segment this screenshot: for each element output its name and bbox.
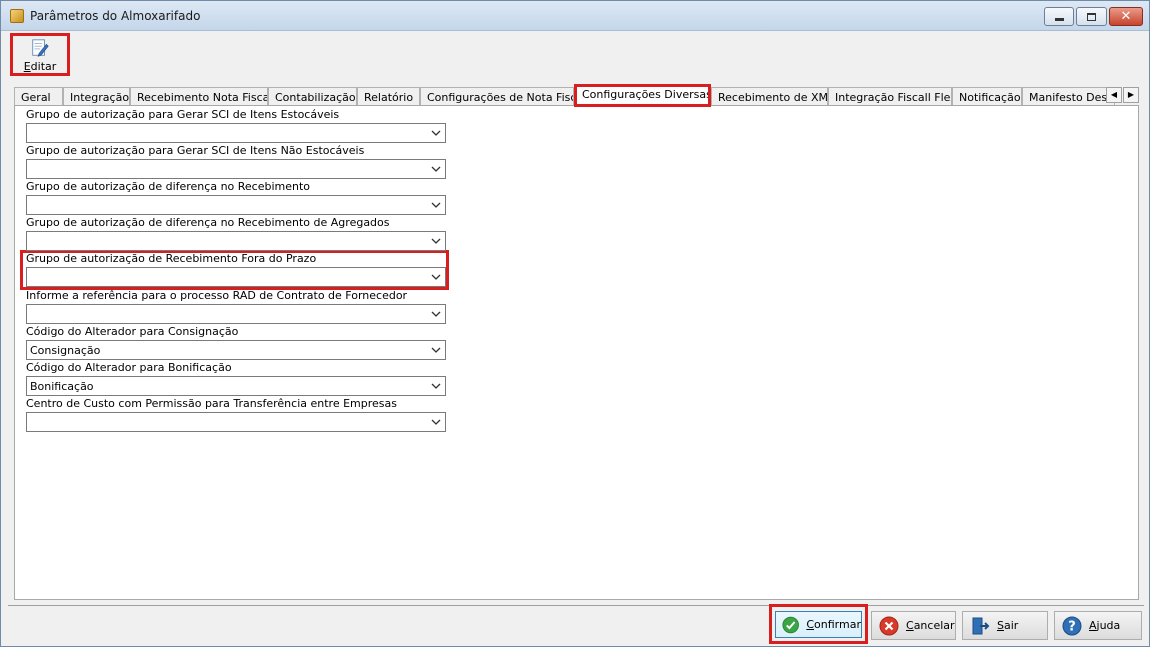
confirm-label: Confirmar (806, 618, 861, 631)
app-icon (10, 9, 24, 23)
svg-text:?: ? (1068, 619, 1076, 634)
tab-6[interactable]: Configurações Diversas (574, 84, 711, 107)
field-combo-6[interactable]: Consignação (26, 340, 446, 360)
chevron-down-icon[interactable] (430, 380, 442, 392)
chevron-down-icon[interactable] (430, 163, 442, 175)
close-button[interactable]: ✕ (1109, 7, 1143, 26)
tab-7[interactable]: Recebimento de XML (711, 87, 828, 107)
field-combo-0[interactable] (26, 123, 446, 143)
field-combo-1[interactable] (26, 159, 446, 179)
exit-button[interactable]: Sair (962, 611, 1048, 640)
tab-10[interactable]: Manifesto Dest (1022, 87, 1115, 107)
field-label-7: Código do Alterador para Bonificação (26, 361, 232, 374)
field-label-8: Centro de Custo com Permissão para Trans… (26, 397, 397, 410)
field-combo-2[interactable] (26, 195, 446, 215)
maximize-button[interactable] (1076, 7, 1107, 26)
help-label: Ajuda (1089, 619, 1121, 632)
tab-scroll-right-icon[interactable]: ▶ (1123, 87, 1139, 103)
field-combo-4[interactable] (26, 267, 446, 287)
field-combo-5[interactable] (26, 304, 446, 324)
chevron-down-icon[interactable] (430, 127, 442, 139)
tab-9[interactable]: Notificação (952, 87, 1022, 107)
chevron-down-icon[interactable] (430, 271, 442, 283)
edit-document-icon (32, 39, 49, 57)
cancel-button[interactable]: Cancelar (871, 611, 956, 640)
field-combo-8[interactable] (26, 412, 446, 432)
field-label-5: Informe a referência para o processo RAD… (26, 289, 408, 302)
field-value-7: Bonificação (30, 380, 94, 393)
title-bar: Parâmetros do Almoxarifado ✕ (1, 1, 1149, 31)
cancel-label: Cancelar (906, 619, 955, 632)
edit-label: Editar (23, 60, 57, 73)
chevron-down-icon[interactable] (430, 235, 442, 247)
tab-8[interactable]: Integração Fiscall Flex (828, 87, 952, 107)
toolbar (1, 31, 1149, 79)
tab-1[interactable]: Integração (63, 87, 130, 107)
exit-label: Sair (997, 619, 1019, 632)
confirm-button[interactable]: Confirmar (775, 611, 862, 638)
field-label-2: Grupo de autorização de diferença no Rec… (26, 180, 311, 193)
edit-button[interactable]: Editar (10, 33, 70, 76)
field-combo-3[interactable] (26, 231, 446, 251)
minimize-icon (1054, 18, 1064, 21)
tab-5[interactable]: Configurações de Nota Fiscal (420, 87, 574, 107)
chevron-down-icon[interactable] (430, 308, 442, 320)
help-circle-icon: ? (1062, 616, 1082, 635)
tab-3[interactable]: Contabilização (268, 87, 357, 107)
chevron-down-icon[interactable] (430, 199, 442, 211)
tab-strip: Geral Integração Recebimento Nota Fiscal Co… (14, 84, 1139, 107)
field-label-6: Código do Alterador para Consignação (26, 325, 239, 338)
field-label-4: Grupo de autorização de Recebimento Fora… (26, 252, 317, 265)
check-circle-icon (782, 616, 799, 633)
help-button[interactable]: ? Ajuda (1054, 611, 1142, 640)
cancel-circle-icon (879, 616, 899, 635)
tab-panel-configuracoes-diversas: Grupo de autorização para Gerar SCI de I… (14, 105, 1139, 600)
tab-2[interactable]: Recebimento Nota Fiscal (130, 87, 268, 107)
maximize-icon (1087, 12, 1096, 21)
tab-4[interactable]: Relatório (357, 87, 420, 107)
chevron-down-icon[interactable] (430, 416, 442, 428)
field-combo-7[interactable]: Bonificação (26, 376, 446, 396)
window-title: Parâmetros do Almoxarifado (30, 9, 201, 23)
confirm-highlight: Confirmar (769, 604, 868, 644)
field-label-0: Grupo de autorização para Gerar SCI de I… (26, 108, 340, 121)
chevron-down-icon[interactable] (430, 344, 442, 356)
exit-door-icon (972, 617, 990, 634)
footer-separator (8, 605, 1144, 606)
tab-scroll-left-icon[interactable]: ◀ (1106, 87, 1122, 103)
field-label-3: Grupo de autorização de diferença no Rec… (26, 216, 390, 229)
field-value-6: Consignação (30, 344, 101, 357)
close-icon: ✕ (1120, 9, 1132, 24)
field-label-1: Grupo de autorização para Gerar SCI de I… (26, 144, 365, 157)
parameters-window: Parâmetros do Almoxarifado ✕ Editar Gera… (0, 0, 1150, 647)
minimize-button[interactable] (1044, 7, 1074, 26)
tab-0[interactable]: Geral (14, 87, 63, 107)
